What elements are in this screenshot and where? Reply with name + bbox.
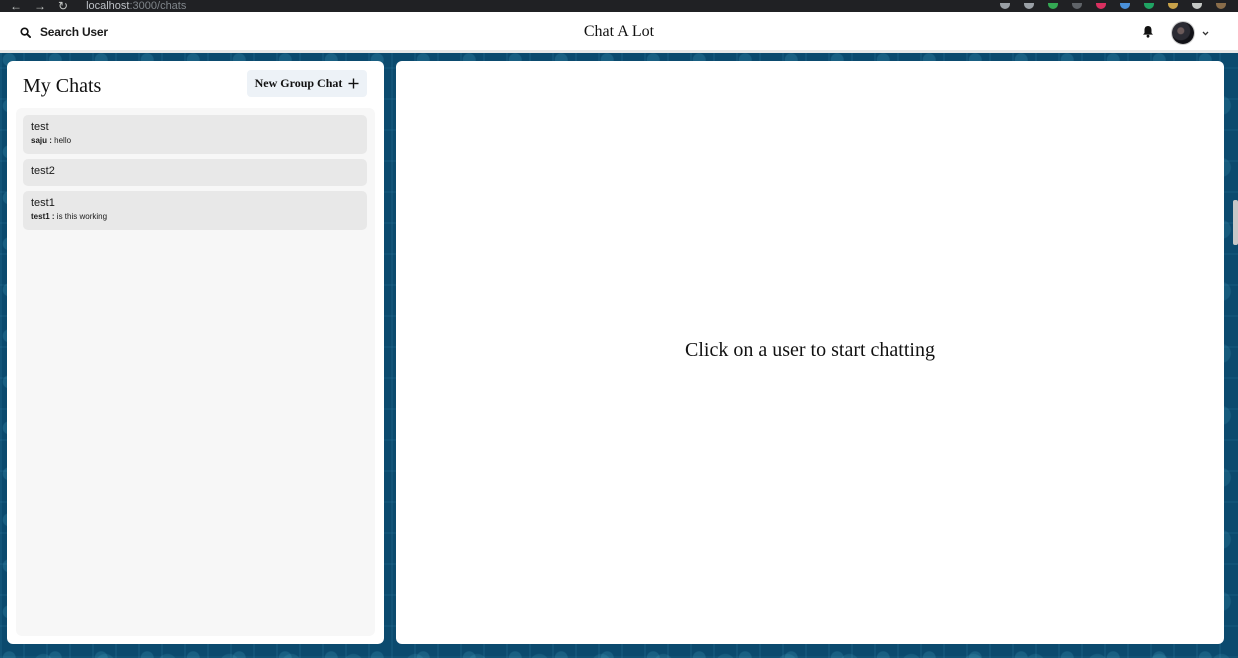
latest-sender: test1 : [31, 212, 55, 221]
page-scrollbar[interactable] [1233, 200, 1238, 245]
star-icon[interactable] [1024, 3, 1034, 9]
url-path: :3000/chats [129, 0, 187, 12]
latest-text: is this working [56, 212, 108, 221]
address-bar[interactable]: localhost:3000/chats [86, 1, 186, 12]
extension-icon[interactable] [1168, 3, 1178, 9]
chat-box-panel: Click on a user to start chatting [396, 61, 1224, 644]
app-title: Chat A Lot [583, 23, 655, 40]
chat-item-test1[interactable]: test1 test1 : is this working [23, 191, 367, 230]
extension-icon[interactable] [1144, 3, 1154, 9]
extension-icon[interactable] [1120, 3, 1130, 9]
chevron-down-icon [1202, 31, 1209, 36]
empty-chat-placeholder: Click on a user to start chatting [685, 339, 935, 361]
extension-icon[interactable] [1072, 3, 1082, 9]
app-header: Search User Chat A Lot [0, 12, 1238, 53]
share-icon[interactable] [1000, 3, 1010, 9]
chat-item-test[interactable]: test saju : hello [23, 115, 367, 154]
latest-message: saju : hello [31, 136, 359, 145]
avatar [1172, 22, 1194, 44]
new-group-chat-button[interactable]: New Group Chat [247, 70, 367, 97]
profile-menu-button[interactable] [1172, 22, 1209, 44]
browser-nav: ← → ↻ [10, 0, 68, 12]
back-icon[interactable]: ← [10, 0, 22, 12]
new-group-chat-label: New Group Chat [254, 76, 343, 90]
chat-item-test2[interactable]: test2 [23, 159, 367, 186]
chat-name: test [31, 121, 49, 133]
extension-icons [1000, 3, 1226, 9]
my-chats-header: My Chats New Group Chat [23, 70, 367, 100]
chat-list: test saju : hello test2 test1 test1 : is… [16, 108, 375, 636]
plus-icon [348, 78, 359, 89]
extension-icon[interactable] [1048, 3, 1058, 9]
profile-icon[interactable] [1216, 3, 1226, 9]
extension-icon[interactable] [1096, 3, 1106, 9]
chat-name: test2 [31, 165, 55, 177]
latest-message: test1 : is this working [31, 212, 359, 221]
extensions-puzzle-icon[interactable] [1192, 3, 1202, 9]
my-chats-title: My Chats [23, 74, 102, 97]
reload-icon[interactable]: ↻ [58, 0, 68, 12]
url-host: localhost [86, 0, 130, 12]
browser-toolbar: ← → ↻ localhost:3000/chats [0, 0, 1238, 12]
my-chats-panel: My Chats New Group Chat test saju : hell… [7, 61, 384, 644]
forward-icon[interactable]: → [34, 0, 46, 12]
latest-sender: saju : [31, 136, 52, 145]
bell-icon [1143, 26, 1153, 38]
chat-name: test1 [31, 197, 55, 209]
notification-bell-button[interactable] [1142, 25, 1154, 43]
latest-text: hello [54, 136, 72, 145]
